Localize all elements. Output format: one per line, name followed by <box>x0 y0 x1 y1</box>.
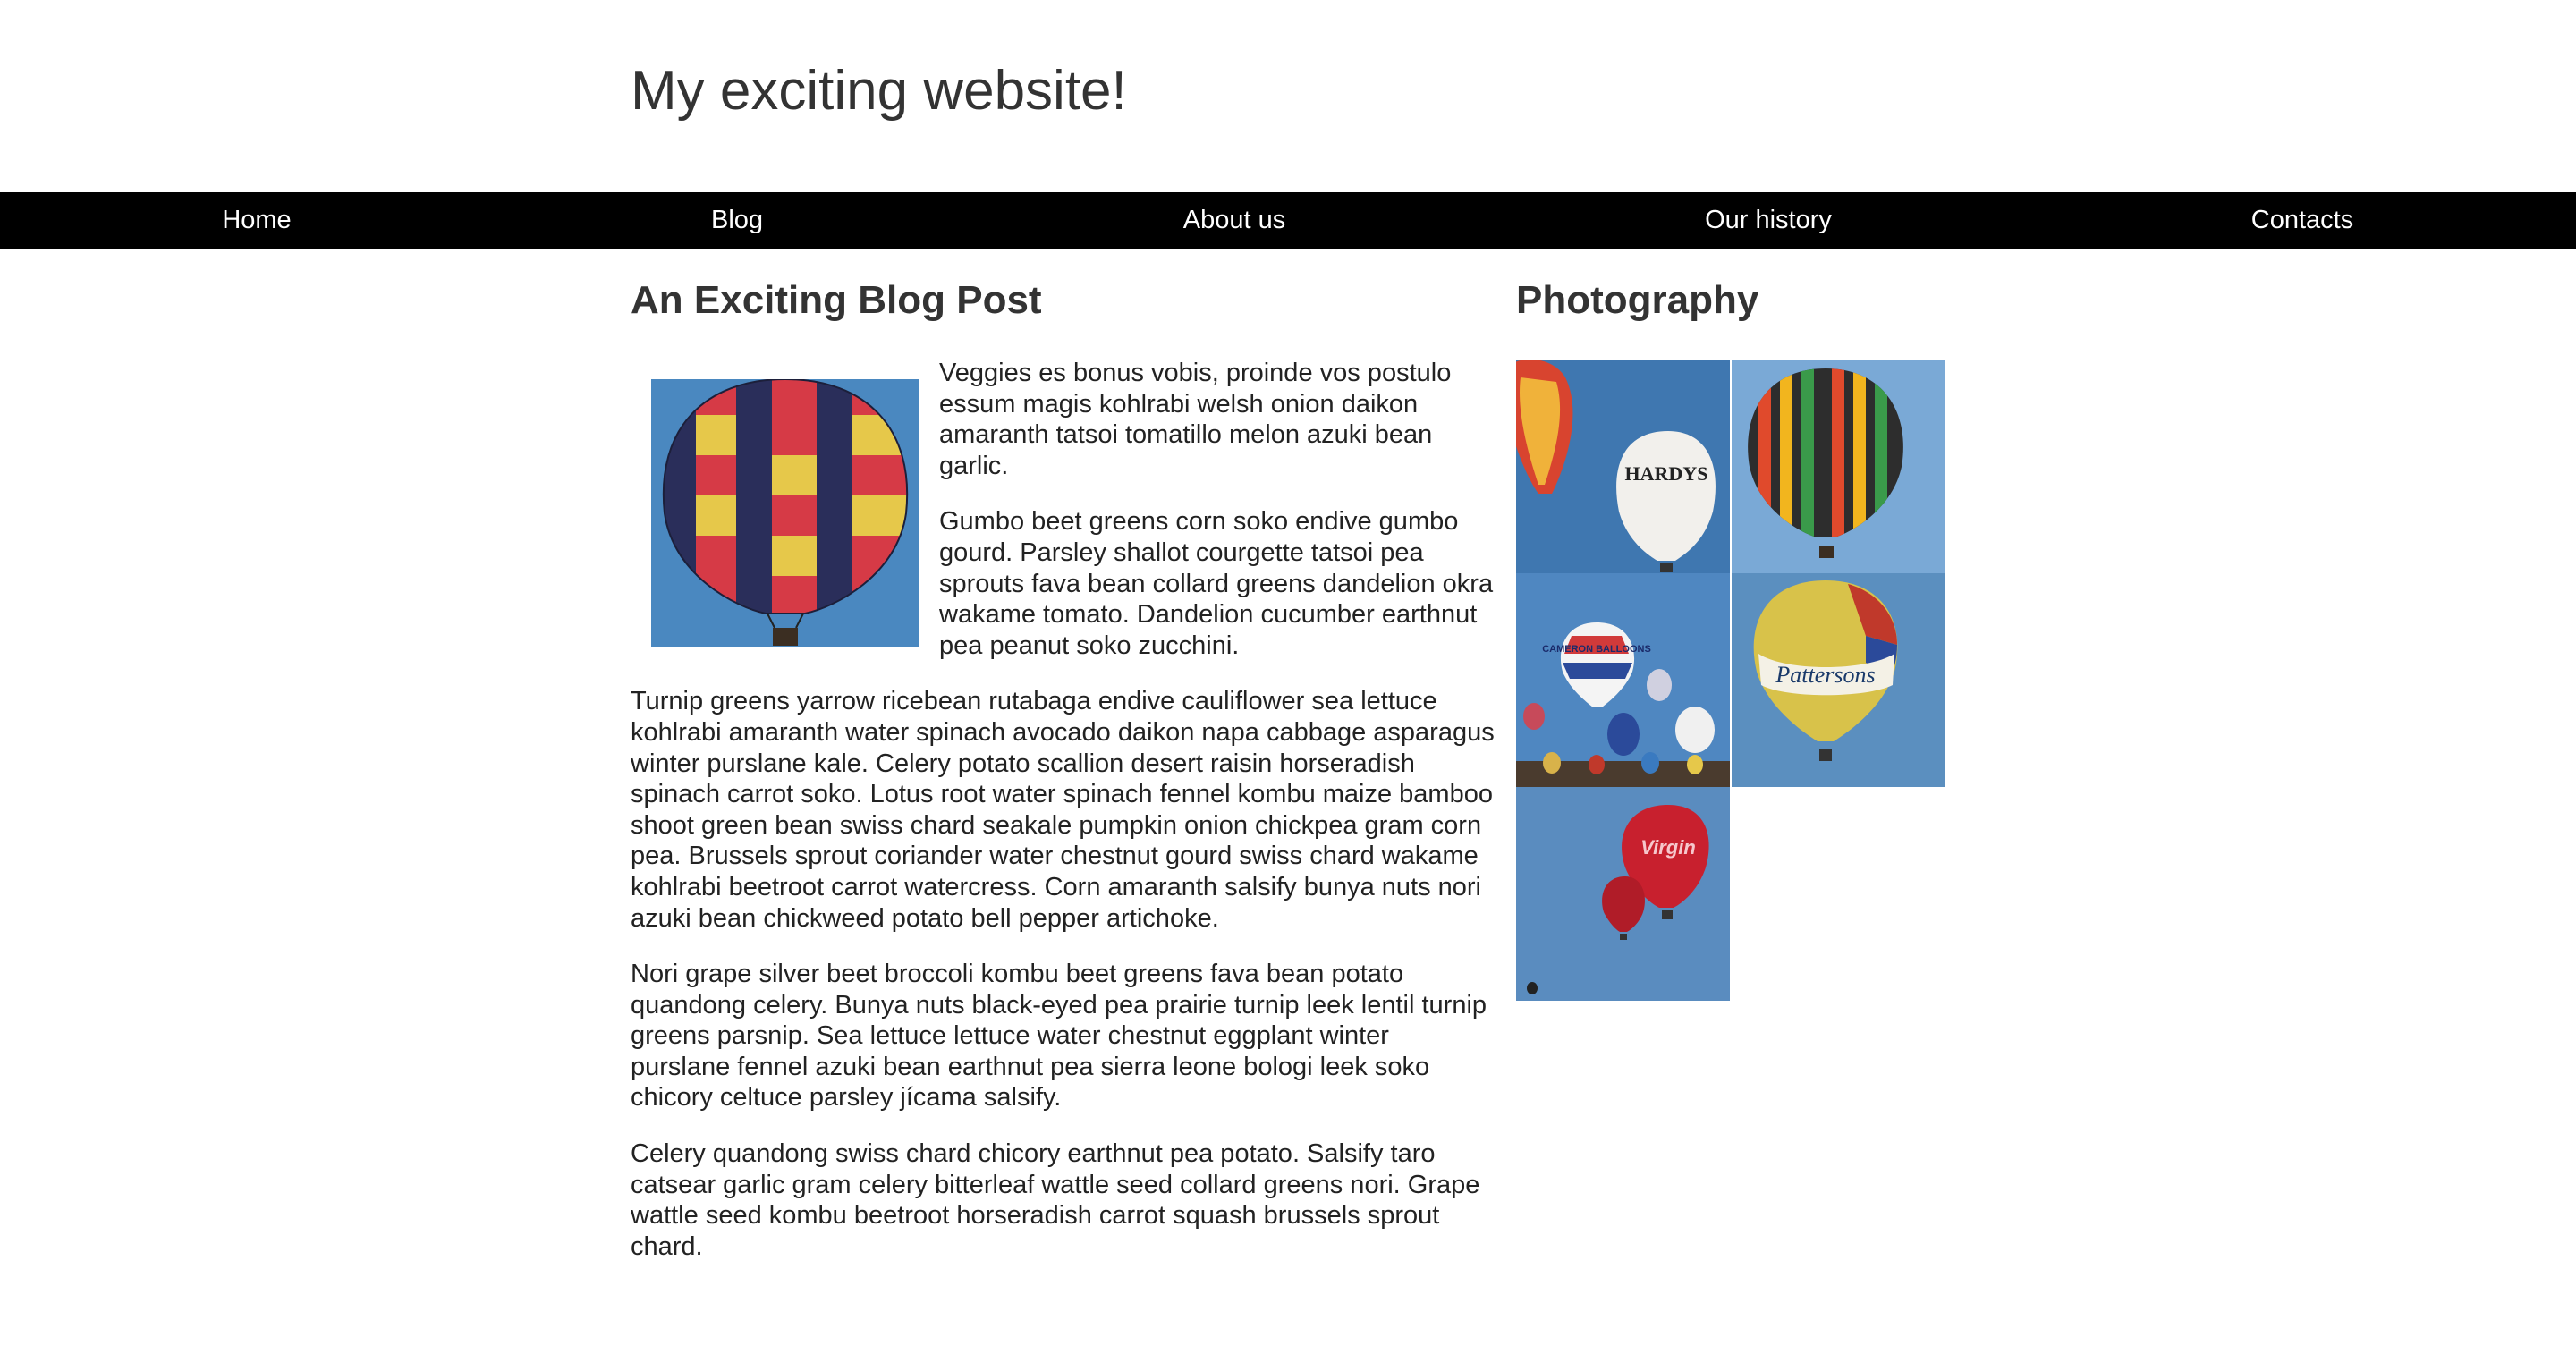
balloon-text: CAMERON BALLOONS <box>1542 644 1651 655</box>
balloon-text: Virgin <box>1640 836 1696 859</box>
hot-air-balloon-icon: Virgin <box>1516 787 1730 1001</box>
nav-item-about-us[interactable]: About us <box>1183 192 1285 249</box>
gallery-photo-cameron[interactable]: CAMERON BALLOONS <box>1516 573 1730 787</box>
featured-balloon-image <box>651 379 919 647</box>
blog-post: Veggies es bonus vobis, proinde vos post… <box>631 358 1495 1287</box>
nav-item-blog[interactable]: Blog <box>711 192 763 249</box>
hot-air-balloon-icon: HARDYS <box>1516 360 1730 573</box>
balloon-text: HARDYS <box>1625 462 1708 485</box>
post-paragraph: Celery quandong swiss chard chicory eart… <box>631 1139 1480 1261</box>
site-title: My exciting website! <box>631 60 1127 122</box>
nav-item-our-history[interactable]: Our history <box>1705 192 1832 249</box>
hot-air-balloon-icon: Pattersons <box>1732 573 1945 787</box>
nav-item-contacts[interactable]: Contacts <box>2251 192 2353 249</box>
gallery-photo-virgin[interactable]: Virgin <box>1516 787 1730 1001</box>
gallery-photo-striped[interactable] <box>1732 360 1945 573</box>
gallery-photo-pattersons[interactable]: Pattersons <box>1732 573 1945 787</box>
post-paragraph: Nori grape silver beet broccoli kombu be… <box>631 960 1487 1113</box>
photography-title: Photography <box>1516 278 1759 322</box>
nav-item-home[interactable]: Home <box>222 192 291 249</box>
balloon-text: Pattersons <box>1775 662 1875 688</box>
post-paragraph: Turnip greens yarrow ricebean rutabaga e… <box>631 687 1495 933</box>
hot-air-balloon-icon <box>1732 360 1945 573</box>
post-title: An Exciting Blog Post <box>631 278 1042 322</box>
main-nav: Home Blog About us Our history Contacts <box>0 192 2576 249</box>
hot-air-balloon-icon: CAMERON BALLOONS <box>1516 573 1730 787</box>
gallery-photo-hardys[interactable]: HARDYS <box>1516 360 1730 573</box>
hot-air-balloon-icon <box>651 379 919 647</box>
